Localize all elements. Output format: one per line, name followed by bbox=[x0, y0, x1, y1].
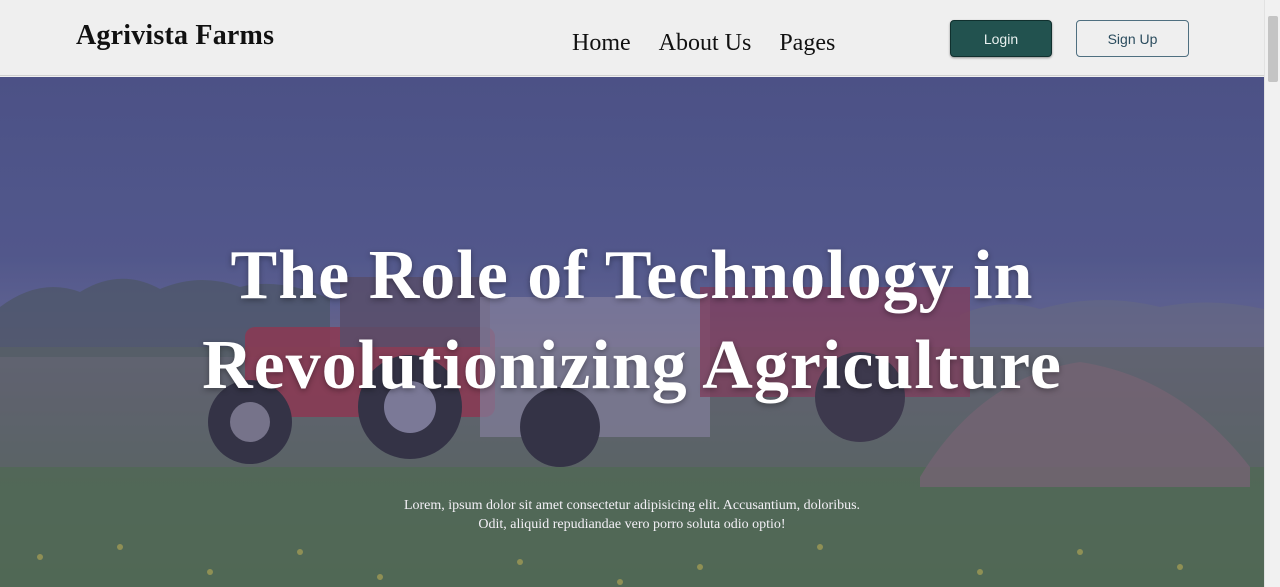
nav-link-about-us[interactable]: About Us bbox=[659, 28, 752, 58]
nav-link-home[interactable]: Home bbox=[572, 28, 631, 58]
nav-link-pages[interactable]: Pages bbox=[779, 28, 835, 58]
brand-logo[interactable]: Agrivista Farms bbox=[76, 20, 274, 52]
page-scrollbar[interactable] bbox=[1264, 0, 1280, 587]
navbar: Agrivista Farms Home About Us Pages Logi… bbox=[0, 0, 1264, 76]
nav-links: Home About Us Pages bbox=[572, 28, 835, 58]
hero-description: Lorem, ipsum dolor sit amet consectetur … bbox=[403, 498, 861, 532]
hero-section: The Role of Technology in Revolutionizin… bbox=[0, 77, 1264, 587]
hero-title: The Role of Technology in Revolutionizin… bbox=[202, 237, 1062, 404]
scrollbar-thumb[interactable] bbox=[1268, 16, 1278, 82]
login-button[interactable]: Login bbox=[950, 20, 1052, 57]
signup-button[interactable]: Sign Up bbox=[1076, 20, 1189, 57]
